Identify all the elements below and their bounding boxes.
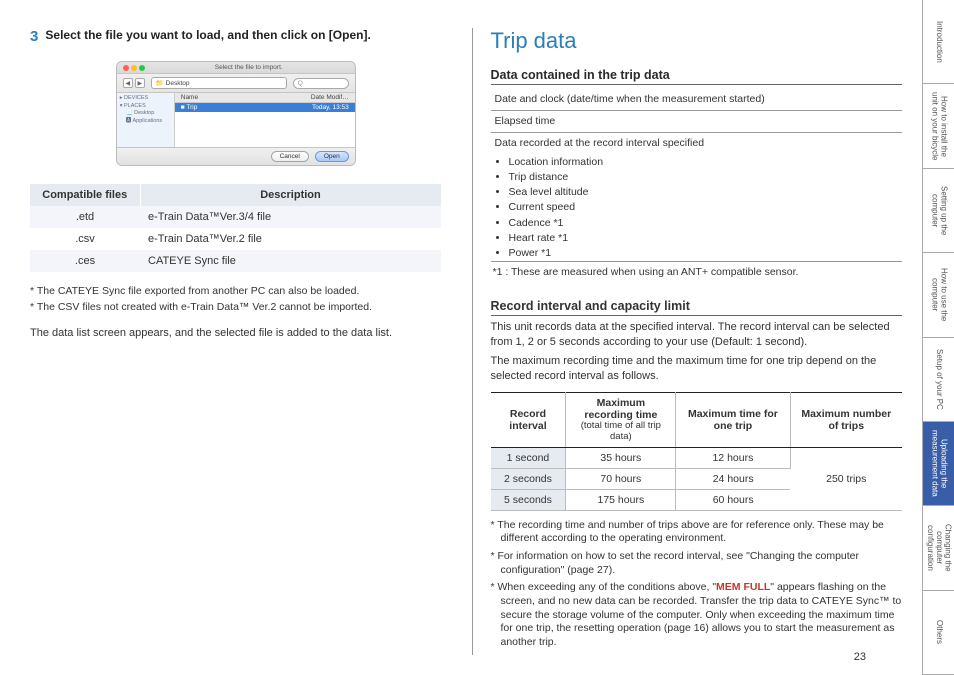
nav-setup-pc[interactable]: Setup of your PC <box>923 338 954 422</box>
nav-others[interactable]: Others <box>923 591 954 675</box>
step-number: 3 <box>30 28 38 45</box>
mem-full-label: MEM FULL <box>716 581 770 593</box>
record-interval-table: Record interval Maximum recording time(t… <box>491 392 903 511</box>
page-title: Trip data <box>491 28 903 54</box>
table-cell: .etd <box>30 206 140 228</box>
step-title: Select the file you want to load, and th… <box>45 28 370 42</box>
back-icon[interactable]: ◀ <box>123 78 133 88</box>
step-header: 3 Select the file you want to load, and … <box>30 28 442 45</box>
dialog-sidebar: ▸ DEVICES ▾ PLACES 📃 Desktop 🅰 Applicati… <box>117 93 175 147</box>
search-input[interactable]: Q <box>293 78 349 89</box>
dialog-toolbar: ◀ ▶ 📁 Desktop Q <box>117 74 355 93</box>
nav-setup-computer[interactable]: Setting up the computer <box>923 169 954 253</box>
trip-data-contents: Date and clock (date/time when the measu… <box>491 89 903 283</box>
nav-uploading[interactable]: Uploading the measurement data <box>923 422 954 506</box>
forward-icon[interactable]: ▶ <box>135 78 145 88</box>
compatible-files-table: Compatible filesDescription .etde-Train … <box>30 184 442 272</box>
cancel-button[interactable]: Cancel <box>271 151 309 162</box>
dialog-titlebar: Select the file to import. <box>117 62 355 74</box>
path-selector[interactable]: 📁 Desktop <box>151 77 287 89</box>
list-item[interactable]: ■ TripToday, 13:53 <box>175 103 355 112</box>
section-heading: Record interval and capacity limit <box>491 299 903 316</box>
nav-install[interactable]: How to install the unit on your bicycle <box>923 84 954 168</box>
notes: * The CATEYE Sync file exported from ano… <box>30 284 442 314</box>
nav-introduction[interactable]: Introduction <box>923 0 954 84</box>
nav-how-to-use[interactable]: How to use the computer <box>923 253 954 337</box>
section-heading: Data contained in the trip data <box>491 68 903 85</box>
page-number: 23 <box>854 651 866 663</box>
open-button[interactable]: Open <box>315 151 349 162</box>
section-nav: Introduction How to install the unit on … <box>922 0 954 675</box>
file-list: NameDate Modif… ■ TripToday, 13:53 <box>175 93 355 147</box>
bottom-notes: * The recording time and number of trips… <box>491 519 903 650</box>
file-dialog-figure: Select the file to import. ◀ ▶ 📁 Desktop… <box>116 61 356 166</box>
nav-changing-config[interactable]: Changing the computer configuration <box>923 506 954 590</box>
body-text: The data list screen appears, and the se… <box>30 326 442 341</box>
dialog-title: Select the file to import. <box>149 64 349 71</box>
